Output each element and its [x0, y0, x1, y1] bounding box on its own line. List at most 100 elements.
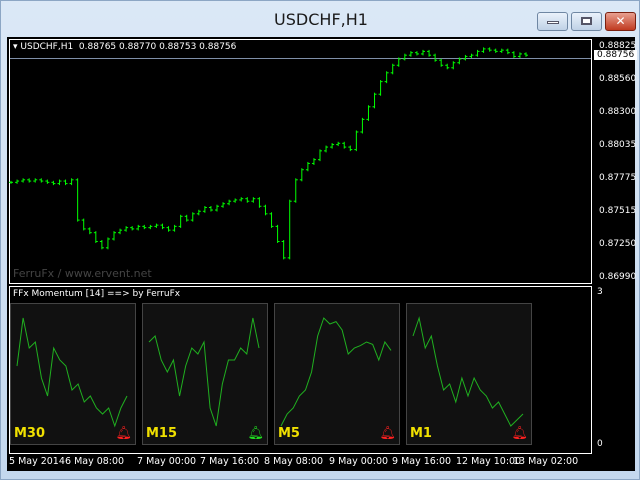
ohlc-bar: [63, 179, 68, 186]
ohlc-bar: [93, 231, 98, 244]
minimize-button[interactable]: [537, 12, 568, 31]
ohlc-bar: [202, 205, 207, 213]
ohlc-bar: [475, 49, 480, 57]
ohlc-bar: [124, 226, 129, 232]
time-tick: 9 May 16:00: [392, 456, 452, 467]
ohlc-bar: [305, 161, 310, 172]
ohlc-bar: [275, 224, 280, 244]
ohlc-bar: [463, 54, 468, 61]
ohlc-bar: [9, 180, 13, 184]
ohlc-bar: [287, 199, 292, 260]
timeframe-panel-m30: M30 🔔︎: [10, 303, 136, 445]
maximize-button[interactable]: [571, 12, 602, 31]
ohlc-bar: [493, 48, 498, 53]
alarm-bell-icon: 🔔︎: [511, 426, 528, 441]
time-tick: 5 May 2014: [9, 456, 65, 467]
ohlc-bar: [251, 197, 256, 203]
ohlc-bar: [524, 52, 528, 57]
ohlc-bar: [517, 52, 522, 58]
price-bars: [9, 47, 528, 260]
timeframe-panel-m1: M1 🔔︎: [406, 303, 532, 445]
ohlc-bar: [21, 178, 26, 183]
ohlc-bar: [433, 53, 438, 62]
ohlc-bar: [33, 178, 38, 183]
price-tick: 0.87515: [599, 206, 637, 216]
indicator-title: FFx Momentum [14] ==> by FerruFx: [13, 289, 181, 299]
ohlc-bar: [75, 178, 80, 222]
ohlc-bar: [469, 53, 474, 58]
ohlc-bar: [427, 49, 432, 57]
ohlc-bar: [69, 178, 74, 186]
indicator-scale-max: 3: [597, 287, 603, 297]
chart-area[interactable]: ▾ USDCHF,H1 0.88765 0.88770 0.88753 0.88…: [7, 37, 638, 471]
ohlc-bar: [439, 58, 444, 67]
ohlc-bar: [221, 202, 226, 208]
ohlc-bar: [354, 130, 359, 152]
timeframe-label: M30: [14, 426, 46, 441]
ohlc-bar: [311, 158, 316, 165]
timeframe-panel-m15: M15 🔔︎: [142, 303, 268, 445]
ohlc-bar: [227, 199, 232, 206]
ohlc-bar: [257, 197, 262, 208]
ohlc-bar: [142, 224, 147, 230]
alarm-bell-icon: 🔔︎: [115, 426, 132, 441]
time-tick: 8 May 08:00: [264, 456, 324, 467]
momentum-line: [412, 316, 524, 427]
ohlc-bar: [487, 47, 492, 52]
ohlc-bar: [378, 80, 383, 96]
ohlc-bar: [208, 205, 213, 212]
ohlc-bar: [160, 223, 165, 230]
momentum-line: [280, 317, 392, 427]
timeframe-label: M1: [410, 426, 432, 441]
ohlc-bar: [245, 197, 250, 203]
ohlc-bar: [154, 223, 159, 228]
ohlc-bar: [336, 141, 341, 147]
ohlc-bar: [51, 180, 56, 186]
ohlc-bar: [263, 204, 268, 216]
ohlc-bar: [172, 224, 177, 232]
ohlc-bar: [81, 218, 86, 231]
ohlc-bar: [318, 149, 322, 162]
momentum-line: [148, 317, 260, 427]
ohlc-bar: [215, 204, 219, 212]
ohlc-bar: [330, 143, 335, 149]
time-tick: 13 May 02:00: [513, 456, 579, 467]
ohlc-bar: [390, 63, 395, 75]
ohlc-bar: [148, 224, 153, 230]
ohlc-bar: [190, 212, 195, 222]
ohlc-bar: [481, 47, 486, 53]
ohlc-bar: [45, 179, 50, 184]
ohlc-bar: [239, 197, 244, 202]
ohlc-bar: [414, 51, 419, 56]
ohlc-bar: [372, 92, 377, 109]
ohlc-bar: [445, 63, 450, 70]
ohlc-bar: [118, 228, 123, 235]
ohlc-bar: [27, 178, 32, 183]
close-button[interactable]: ✕: [605, 12, 636, 31]
ohlc-bar: [281, 239, 286, 260]
ohlc-bar: [396, 57, 401, 67]
price-tick: 0.88560: [599, 74, 637, 84]
ohlc-bar: [233, 198, 238, 203]
time-tick: 12 May 10:00: [456, 456, 522, 467]
ohlc-bar: [112, 231, 116, 241]
momentum-line: [16, 317, 128, 428]
price-pane[interactable]: ▾ USDCHF,H1 0.88765 0.88770 0.88753 0.88…: [9, 39, 592, 284]
ohlc-bar: [421, 49, 425, 56]
alarm-bell-icon: 🔔︎: [247, 426, 264, 441]
ohlc-bar: [408, 51, 413, 57]
terminal-window: USDCHF,H1 ✕ ▾ USDCHF,H1 0.88765 0.88770 …: [0, 0, 640, 480]
price-tick: 0.88035: [599, 140, 637, 150]
ohlc-bar: [178, 214, 183, 228]
ohlc-bar: [184, 214, 189, 222]
price-tick: 0.87775: [599, 173, 637, 183]
ohlc-bar: [360, 117, 365, 134]
ohlc-bar: [451, 61, 456, 70]
ohlc-bar: [348, 145, 353, 152]
time-tick: 7 May 16:00: [200, 456, 260, 467]
ohlc-bar: [196, 209, 201, 216]
timeframe-label: M15: [146, 426, 178, 441]
ohlc-bar: [384, 71, 389, 84]
ohlc-bar: [136, 224, 141, 231]
ohlc-bar: [366, 105, 371, 121]
